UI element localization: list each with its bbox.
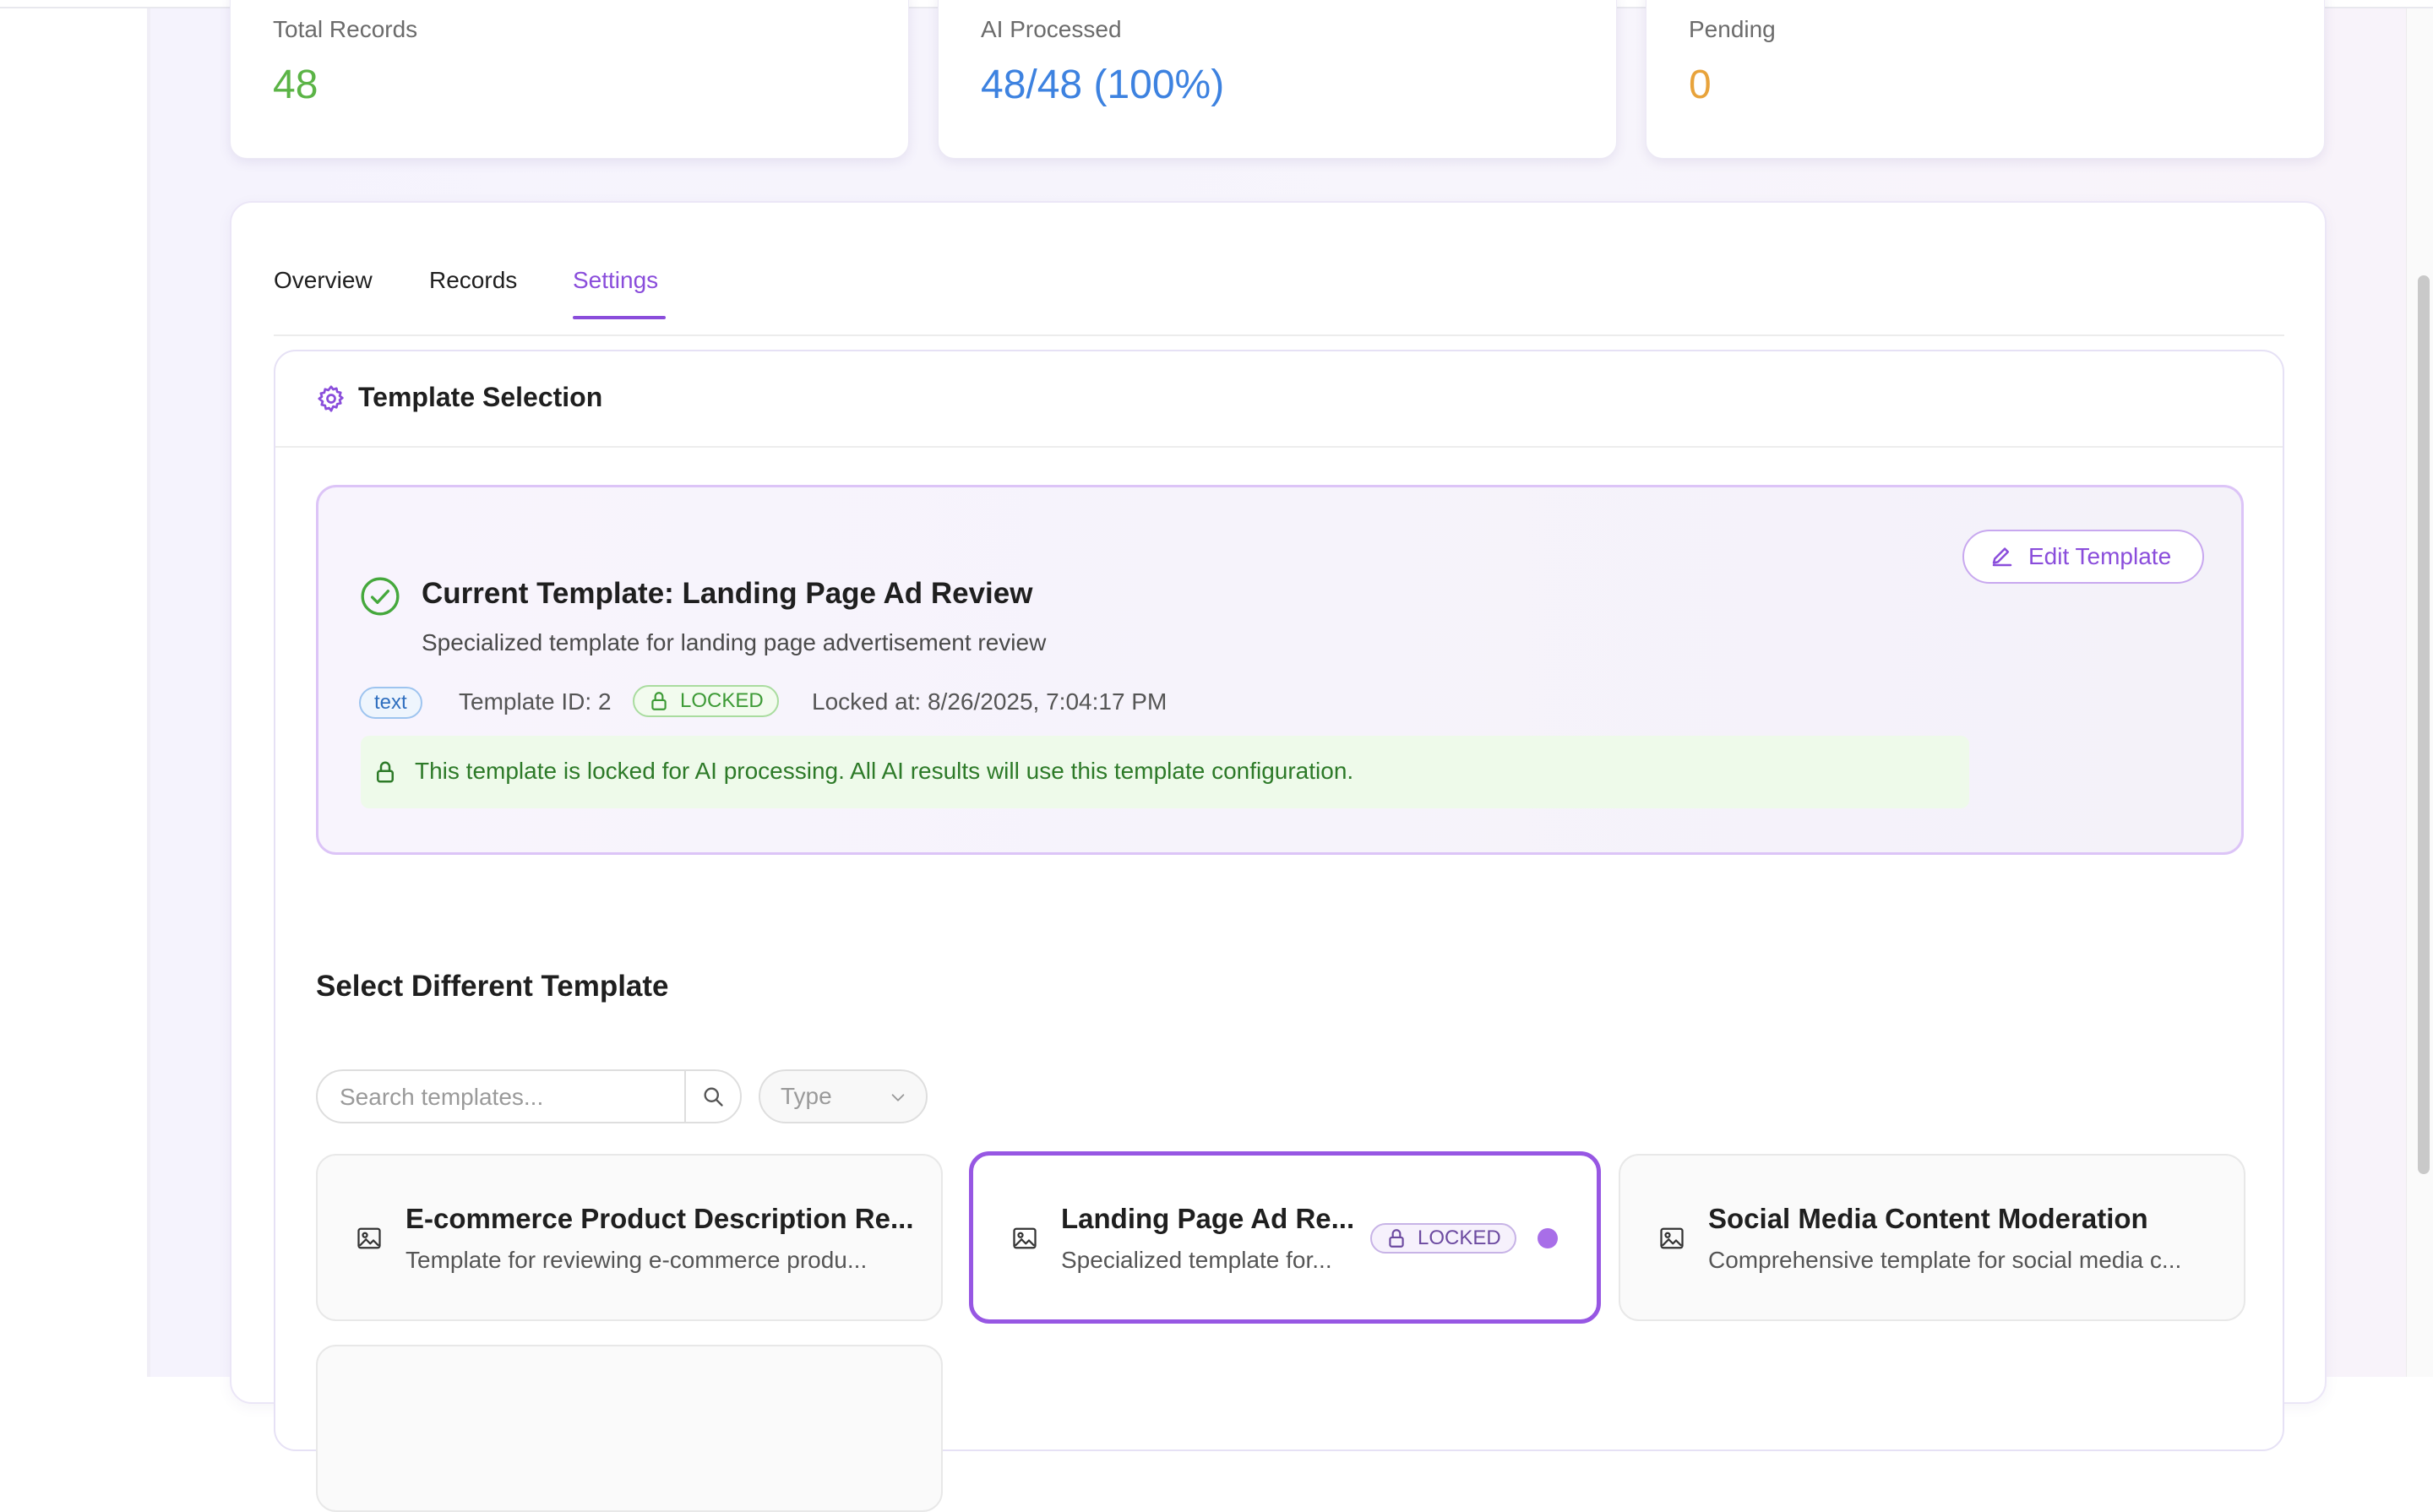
image-icon: [1660, 1227, 1684, 1249]
stat-card-total-records: Total Records 48: [230, 0, 909, 159]
check-circle-icon: [361, 577, 400, 616]
search-button[interactable]: [684, 1071, 742, 1122]
template-card-name: E-commerce Product Description Re...: [406, 1203, 914, 1234]
type-filter-placeholder: Type: [781, 1083, 832, 1109]
template-id: Template ID: 2: [459, 688, 612, 715]
lock-icon: [651, 692, 667, 710]
edit-template-button[interactable]: Edit Template: [1962, 530, 2204, 584]
template-search: [316, 1069, 742, 1123]
current-template-box: Current Template: Landing Page Ad Review…: [316, 485, 2244, 855]
template-card-name: Landing Page Ad Re...: [1061, 1203, 1355, 1234]
template-card-description: Comprehensive template for social media …: [1708, 1247, 2182, 1273]
stat-value: 48/48 (100%): [981, 63, 1225, 107]
scrollbar-thumb[interactable]: [2418, 275, 2430, 1174]
template-card-name: Social Media Content Moderation: [1708, 1203, 2148, 1234]
template-card-selected[interactable]: Landing Page Ad Re... Specialized templa…: [969, 1151, 1601, 1324]
chevron-down-icon: [891, 1094, 905, 1101]
locked-badge: LOCKED: [633, 685, 779, 717]
tab-bar: Overview Records Settings: [274, 267, 2284, 336]
stat-card-ai-processed: AI Processed 48/48 (100%): [938, 0, 1617, 159]
stat-value: 0: [1689, 63, 1712, 107]
search-icon: [704, 1087, 723, 1107]
pencil-icon: [1992, 547, 2012, 567]
lock-icon: [1389, 1229, 1404, 1248]
template-locked-badge: LOCKED: [1370, 1223, 1516, 1254]
lock-notice: This template is locked for AI processin…: [361, 736, 1969, 808]
select-template-heading: Select Different Template: [316, 970, 669, 1003]
template-search-input[interactable]: [338, 1081, 662, 1113]
selected-indicator-dot: [1538, 1228, 1558, 1248]
stat-label: Pending: [1689, 16, 1776, 42]
current-template-description: Specialized template for landing page ad…: [422, 629, 1047, 655]
stat-value: 48: [273, 63, 318, 107]
gear-icon: [318, 385, 344, 412]
section-header: Template Selection: [275, 351, 2283, 448]
image-icon: [1013, 1227, 1037, 1249]
tab-records[interactable]: Records: [429, 267, 517, 294]
current-template-title: Current Template: Landing Page Ad Review: [422, 577, 1033, 610]
template-locked-label: LOCKED: [1418, 1226, 1501, 1249]
template-card-description: Specialized template for...: [1061, 1247, 1332, 1273]
detail-panel: Overview Records Settings Template Selec…: [230, 201, 2327, 1512]
tab-settings[interactable]: Settings: [573, 267, 658, 294]
section-title: Template Selection: [358, 382, 603, 412]
stat-card-pending: Pending 0: [1646, 0, 2325, 159]
edit-template-label: Edit Template: [2028, 543, 2172, 569]
template-card[interactable]: Social Media Content Moderation Comprehe…: [1619, 1154, 2245, 1321]
lock-icon: [377, 761, 394, 783]
type-badge: text: [359, 687, 422, 719]
stat-label: AI Processed: [981, 16, 1122, 42]
lock-notice-text: This template is locked for AI processin…: [415, 758, 1354, 784]
image-icon: [357, 1227, 381, 1249]
locked-at: Locked at: 8/26/2025, 7:04:17 PM: [812, 688, 1168, 715]
left-sidebar: [0, 8, 149, 1377]
locked-badge-label: LOCKED: [680, 689, 764, 712]
tab-overview[interactable]: Overview: [274, 267, 373, 294]
active-tab-indicator: [573, 316, 666, 319]
stat-label: Total Records: [273, 16, 418, 42]
template-card-description: Template for reviewing e-commerce produ.…: [406, 1247, 868, 1273]
template-card[interactable]: E-commerce Product Description Re... Tem…: [316, 1154, 943, 1321]
type-filter-select[interactable]: Type: [759, 1069, 928, 1123]
template-selection-card: Template Selection Current Template: Lan…: [274, 350, 2284, 1512]
template-card[interactable]: [316, 1345, 943, 1512]
